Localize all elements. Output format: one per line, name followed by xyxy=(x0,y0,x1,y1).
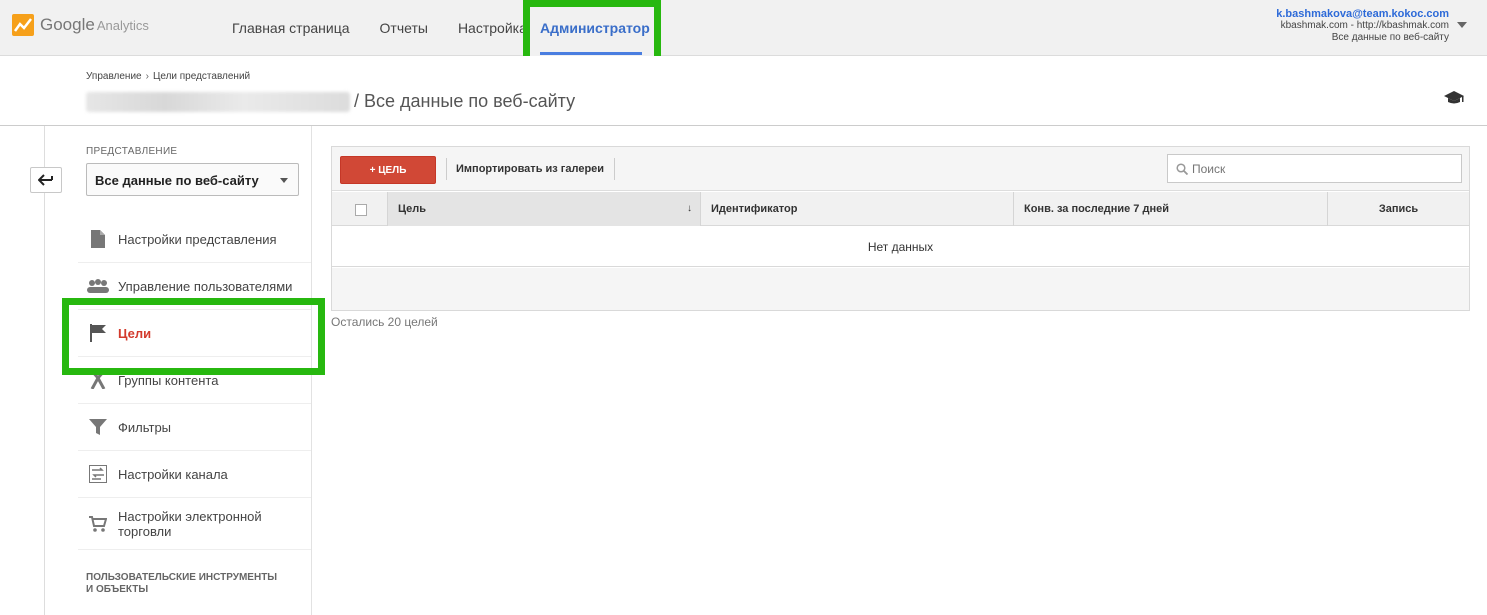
toolbar-divider xyxy=(614,158,615,180)
view-section-label: ПРЕДСТАВЛЕНИЕ xyxy=(86,146,178,157)
sidebar-divider xyxy=(44,126,45,615)
cart-icon xyxy=(89,515,107,532)
chevron-down-icon[interactable] xyxy=(1457,22,1467,28)
page-title-row: / Все данные по веб-сайту xyxy=(86,91,575,112)
sort-arrow-icon: ↓ xyxy=(687,203,692,214)
account-view: Все данные по веб-сайту xyxy=(1331,32,1449,43)
custom-tools-section-label: ПОЛЬЗОВАТЕЛЬСКИЕ ИНСТРУМЕНТЫ И ОБЪЕКТЫ xyxy=(86,572,278,595)
active-tab-underline xyxy=(540,52,642,55)
sidebar-item-label: Настройки представления xyxy=(118,231,277,247)
breadcrumb: Управление › Цели представлений xyxy=(86,71,250,82)
document-icon xyxy=(91,230,105,248)
nav-settings[interactable]: Настройка xyxy=(458,20,527,36)
goals-main: + ЦЕЛЬ Импортировать из галереи Цель ↓ И… xyxy=(312,126,1487,615)
sidebar-item-view-settings[interactable]: Настройки представления xyxy=(78,216,311,263)
account-property: kbashmak.com - http://kbashmak.com xyxy=(1280,20,1449,31)
search-icon xyxy=(1176,162,1188,175)
logo-text: Google Analytics xyxy=(40,15,149,34)
goals-panel: + ЦЕЛЬ Импортировать из галереи Цель ↓ И… xyxy=(331,146,1470,311)
sidebar-item-filters[interactable]: Фильтры xyxy=(78,404,311,451)
toolbar-divider xyxy=(446,158,447,180)
sidebar-item-label: Настройки электронной торговли xyxy=(118,508,262,539)
column-recording[interactable]: Запись xyxy=(1327,192,1469,226)
empty-table-message: Нет данных xyxy=(332,227,1469,267)
goals-highlight xyxy=(62,298,325,375)
admin-sidebar: ПРЕДСТАВЛЕНИЕ Все данные по веб-сайту На… xyxy=(0,126,325,615)
view-selector-value: Все данные по веб-сайту xyxy=(95,173,259,188)
import-from-gallery-button[interactable]: Импортировать из галереи xyxy=(456,163,604,175)
analytics-logo-icon xyxy=(12,14,34,36)
back-arrow-icon xyxy=(38,174,53,186)
chevron-down-icon xyxy=(280,178,288,183)
back-button[interactable] xyxy=(30,167,62,193)
column-id-label: Идентификатор xyxy=(711,203,798,215)
column-id[interactable]: Идентификатор xyxy=(700,192,1013,226)
graduation-cap-icon[interactable] xyxy=(1443,90,1465,106)
search-box[interactable] xyxy=(1167,154,1462,183)
main-nav: Главная страница Отчеты Настройка xyxy=(232,0,557,56)
table-footer xyxy=(332,268,1469,310)
breadcrumb-admin[interactable]: Управление xyxy=(86,71,142,82)
account-email: k.bashmakova@team.kokoc.com xyxy=(1276,8,1449,20)
column-conversions[interactable]: Конв. за последние 7 дней xyxy=(1013,192,1327,226)
column-goal-label: Цель xyxy=(398,203,427,215)
sidebar-item-label: Управление пользователями xyxy=(118,278,293,294)
sidebar-item-label: Настройки канала xyxy=(118,466,228,482)
account-info[interactable]: k.bashmakova@team.kokoc.com kbashmak.com… xyxy=(1276,8,1449,44)
nav-reports[interactable]: Отчеты xyxy=(380,20,428,36)
breadcrumb-separator: › xyxy=(145,71,149,82)
sidebar-item-label: Фильтры xyxy=(118,419,172,435)
column-conversions-label: Конв. за последние 7 дней xyxy=(1024,203,1169,215)
top-bar: Google Analytics Главная страница Отчеты … xyxy=(0,0,1487,56)
new-goal-button[interactable]: + ЦЕЛЬ xyxy=(340,156,436,184)
nav-home[interactable]: Главная страница xyxy=(232,20,350,36)
sidebar-item-ecommerce-settings[interactable]: Настройки электронной торговли xyxy=(78,498,311,550)
channel-icon xyxy=(89,465,107,483)
column-goal[interactable]: Цель ↓ xyxy=(387,192,700,226)
logo[interactable]: Google Analytics xyxy=(12,14,149,36)
view-selector[interactable]: Все данные по веб-сайту xyxy=(86,163,299,196)
nav-admin[interactable]: Администратор xyxy=(540,20,650,36)
filter-icon xyxy=(89,419,107,435)
goals-remaining-text: Остались 20 целей xyxy=(331,315,438,329)
redacted-account-name xyxy=(86,91,350,112)
page-title: / Все данные по веб-сайту xyxy=(354,91,576,111)
table-header: Цель ↓ Идентификатор Конв. за последние … xyxy=(332,192,1469,226)
column-recording-label: Запись xyxy=(1378,203,1419,215)
goals-toolbar: + ЦЕЛЬ Импортировать из галереи xyxy=(332,147,1469,191)
page-header: Управление › Цели представлений / Все данн… xyxy=(0,56,1487,126)
users-icon xyxy=(87,279,109,293)
breadcrumb-goals: Цели представлений xyxy=(152,71,251,82)
sidebar-item-channel-settings[interactable]: Настройки канала xyxy=(78,451,311,498)
search-input[interactable] xyxy=(1192,161,1452,176)
select-all-checkbox[interactable] xyxy=(355,204,367,216)
